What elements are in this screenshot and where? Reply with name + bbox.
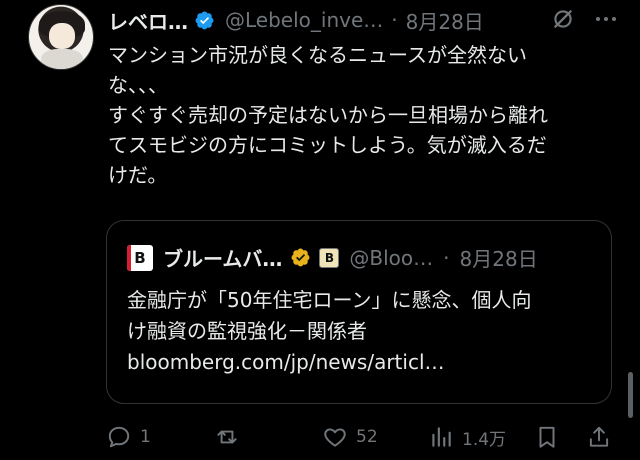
bloomberg-logo-avatar[interactable]: B (127, 244, 153, 271)
more-icon[interactable] (594, 7, 618, 31)
repost-icon (217, 430, 237, 444)
grok-icon[interactable] (550, 6, 576, 32)
quote-text-line-2: け融資の監視強化－関係者 (127, 319, 367, 343)
quote-author-name[interactable]: ブルームバ… (163, 243, 282, 272)
tweet-actions: 1 52 1.4万 (104, 424, 624, 454)
bookmark-icon (539, 426, 555, 448)
quote-link[interactable]: bloomberg.com/jp/news/articl… (127, 347, 607, 378)
repost-button[interactable] (214, 424, 248, 450)
quoted-tweet-card[interactable]: B ブルームバ… B @Bloo… · 8月28日 金融庁が「50年住宅ローン」… (106, 220, 612, 404)
heart-icon (324, 428, 346, 447)
avatar-body (41, 49, 83, 69)
tweet-date[interactable]: 8月28日 (406, 6, 484, 35)
affiliate-badge-icon: B (319, 247, 340, 268)
quote-header: B ブルームバ… B @Bloo… · 8月28日 (127, 243, 538, 272)
reply-button[interactable]: 1 (106, 424, 151, 450)
views-button[interactable]: 1.4万 (428, 424, 506, 450)
author-avatar[interactable] (28, 4, 94, 70)
reply-count: 1 (140, 427, 151, 447)
verified-badge-icon (195, 11, 214, 29)
tweet-text: マンション市況が良くなるニュースが全然ない な、、、 すぐすぐ売却の予定はないか… (108, 43, 548, 187)
affiliate-letter: B (324, 250, 334, 265)
header-separator: · (391, 8, 398, 32)
tweet-header: レベロ… @Lebelo_inve… · 8月28日 (108, 4, 628, 36)
quote-text-line-1: 金融庁が「50年住宅ローン」に懸念、個人向 (127, 288, 532, 312)
like-count: 52 (356, 427, 378, 447)
quote-date[interactable]: 8月28日 (460, 243, 538, 272)
avatar-face (49, 23, 75, 49)
quote-body: 金融庁が「50年住宅ローン」に懸念、個人向 け融資の監視強化－関係者 bloom… (127, 285, 607, 378)
bookmark-button[interactable] (534, 424, 560, 450)
share-icon (589, 426, 609, 447)
gold-verified-badge-icon (291, 248, 310, 267)
views-count: 1.4万 (462, 429, 507, 450)
quote-separator: · (443, 245, 450, 270)
reply-icon (108, 426, 130, 448)
views-chart-icon (432, 427, 451, 447)
share-button[interactable] (586, 424, 612, 450)
author-name[interactable]: レベロ… (108, 6, 188, 35)
like-button[interactable]: 52 (322, 424, 378, 450)
header-actions (550, 6, 618, 32)
author-handle[interactable]: @Lebelo_inve… (225, 8, 383, 32)
logo-letter: B (134, 248, 146, 267)
scrollbar[interactable] (628, 372, 633, 418)
quote-handle[interactable]: @Bloo… (349, 246, 433, 270)
